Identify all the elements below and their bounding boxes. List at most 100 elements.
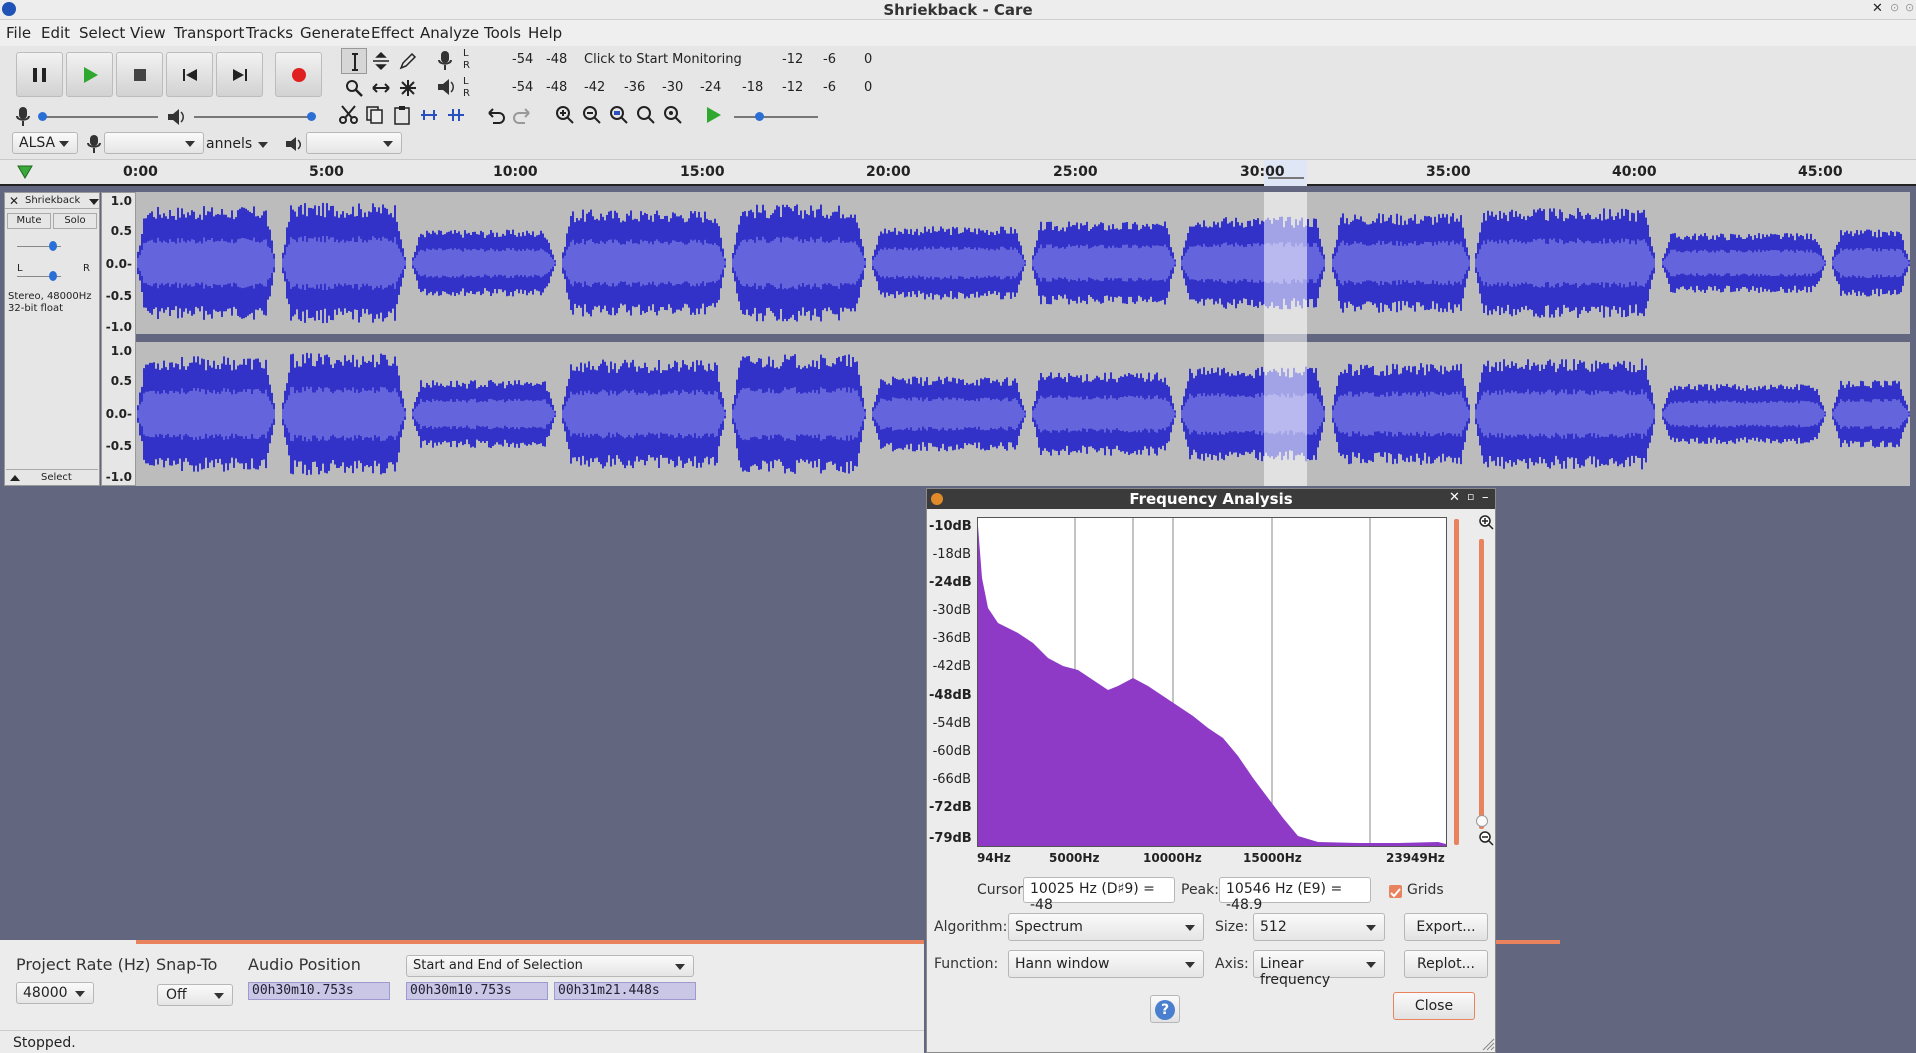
size-dropdown[interactable]: 512 — [1253, 913, 1385, 941]
zoom-out-icon[interactable] — [1477, 829, 1495, 851]
record-button[interactable] — [275, 52, 322, 97]
axis-dropdown[interactable]: Linear frequency — [1253, 950, 1385, 988]
selection-tool[interactable] — [341, 48, 367, 74]
dialog-title-bar[interactable]: Frequency Analysis — [927, 489, 1495, 509]
axis-label: 1.0 — [110, 344, 132, 358]
play-speed-slider[interactable] — [734, 116, 818, 118]
slider-thumb[interactable] — [49, 271, 57, 281]
pause-button[interactable] — [16, 52, 63, 97]
skip-to-end-button[interactable] — [216, 52, 263, 97]
waveform-left-channel[interactable] — [136, 192, 1910, 334]
menu-effect[interactable]: Effect — [371, 24, 414, 42]
slider-thumb[interactable] — [1476, 815, 1488, 827]
timeline-ruler[interactable]: 0:00 5:00 10:00 15:00 20:00 25:00 30:00 … — [0, 160, 1916, 186]
zoom-slider[interactable] — [1479, 539, 1484, 829]
zoom-in-icon[interactable] — [554, 104, 576, 130]
menu-tracks[interactable]: Tracks — [246, 24, 293, 42]
menu-edit[interactable]: Edit — [41, 24, 70, 42]
project-rate-dropdown[interactable]: 48000 — [16, 982, 94, 1004]
select-track-button[interactable]: Select — [41, 472, 72, 483]
vertical-range-bar[interactable] — [1454, 519, 1459, 845]
zoom-out-icon[interactable] — [581, 104, 603, 130]
playback-meter-icon[interactable] — [436, 76, 456, 102]
fit-project-icon[interactable] — [635, 104, 657, 130]
audio-position-field[interactable]: 00h30m10.753s — [248, 982, 390, 1000]
slider-thumb[interactable] — [49, 241, 57, 251]
copy-icon[interactable] — [364, 104, 386, 130]
fit-selection-icon[interactable] — [608, 104, 630, 130]
collapse-track-icon[interactable] — [10, 475, 20, 481]
record-meter-icon[interactable] — [436, 50, 454, 76]
dialog-maximize-icon[interactable]: ▫ — [1467, 490, 1474, 503]
envelope-tool[interactable] — [368, 48, 394, 74]
menu-file[interactable]: File — [6, 24, 31, 42]
recording-device-dropdown[interactable] — [104, 132, 204, 154]
export-button[interactable]: Export... — [1404, 913, 1488, 941]
selection-start-field[interactable]: 00h30m10.753s — [406, 982, 548, 1000]
slider-thumb[interactable] — [755, 112, 764, 121]
peak-field[interactable]: 10546 Hz (E9) = -48.9 — [1219, 877, 1371, 913]
playback-meter[interactable]: -54 -48 -42 -36 -30 -24 -18 -12 -6 0 — [474, 78, 874, 98]
audio-host-dropdown[interactable]: ALSA — [12, 132, 78, 154]
function-dropdown[interactable]: Hann window — [1008, 950, 1204, 978]
menu-transport[interactable]: Transport — [174, 24, 244, 42]
skip-to-start-button[interactable] — [166, 52, 213, 97]
replot-button[interactable]: Replot... — [1404, 950, 1488, 978]
draw-tool[interactable] — [395, 48, 421, 74]
play-at-speed-icon[interactable] — [703, 104, 725, 130]
zoom-in-icon[interactable] — [1477, 513, 1495, 535]
multi-tool[interactable] — [395, 75, 421, 101]
close-track-icon[interactable]: ✕ — [9, 194, 19, 208]
play-head-icon[interactable] — [16, 163, 34, 185]
menu-help[interactable]: Help — [528, 24, 562, 42]
silence-audio-icon[interactable] — [445, 104, 467, 130]
recording-channels-dropdown[interactable]: annels — [204, 134, 276, 154]
waveform-selection[interactable] — [1264, 192, 1307, 486]
track-name-menu[interactable]: Shriekback — [25, 195, 80, 206]
close-window-icon[interactable]: ✕ — [1872, 1, 1883, 16]
menu-tools[interactable]: Tools — [484, 24, 521, 42]
slider-thumb[interactable] — [38, 112, 47, 121]
waveform-right-channel[interactable] — [136, 342, 1910, 486]
record-icon — [292, 68, 306, 82]
playback-volume-slider[interactable] — [194, 116, 312, 118]
close-button[interactable]: Close — [1393, 992, 1475, 1020]
menu-analyze[interactable]: Analyze — [420, 24, 479, 42]
time-shift-tool[interactable] — [368, 75, 394, 101]
spectrum-plot[interactable] — [977, 517, 1447, 847]
minimize-window-icon[interactable]: ⊙ — [1905, 1, 1914, 14]
playback-device-dropdown[interactable] — [306, 132, 402, 154]
grids-checkbox[interactable] — [1389, 885, 1402, 898]
help-button[interactable]: ? — [1150, 995, 1180, 1023]
redo-icon[interactable] — [511, 104, 533, 130]
record-volume-slider[interactable] — [40, 116, 158, 118]
menu-bar: File Edit Select View Transport Tracks G… — [0, 20, 1916, 46]
selection-end-field[interactable]: 00h31m21.448s — [554, 982, 696, 1000]
ruler-tick-label: 30:00 — [1240, 164, 1285, 180]
algorithm-dropdown[interactable]: Spectrum — [1008, 913, 1204, 941]
zoom-toggle-icon[interactable] — [662, 104, 684, 130]
track-control-panel[interactable]: ✕ Shriekback Mute Solo L R Stereo, 48000… — [4, 192, 100, 486]
resize-grip-icon[interactable] — [1481, 1037, 1495, 1053]
stop-button[interactable] — [116, 52, 163, 97]
cut-icon[interactable] — [338, 104, 360, 130]
mute-button[interactable]: Mute — [7, 213, 51, 229]
dialog-title: Frequency Analysis — [1129, 490, 1293, 508]
zoom-tool[interactable] — [341, 75, 367, 101]
menu-view[interactable]: View — [130, 24, 166, 42]
record-meter[interactable]: -54 -48 Click to Start Monitoring -12 -6… — [474, 50, 874, 70]
play-button[interactable] — [66, 52, 113, 97]
snap-to-dropdown[interactable]: Off — [157, 984, 233, 1006]
dialog-minimize-icon[interactable]: – — [1482, 490, 1489, 505]
dialog-close-icon[interactable]: ✕ — [1449, 490, 1460, 505]
solo-button[interactable]: Solo — [53, 213, 97, 229]
paste-icon[interactable] — [391, 104, 413, 130]
cursor-field[interactable]: 10025 Hz (D♯9) = -48 — [1023, 877, 1175, 913]
maximize-window-icon[interactable]: ⊙ — [1890, 1, 1899, 14]
undo-icon[interactable] — [485, 104, 507, 130]
trim-audio-icon[interactable] — [418, 104, 440, 130]
slider-thumb[interactable] — [307, 112, 316, 121]
menu-generate[interactable]: Generate — [300, 24, 370, 42]
menu-select[interactable]: Select — [79, 24, 125, 42]
selection-mode-dropdown[interactable]: Start and End of Selection — [406, 955, 694, 977]
